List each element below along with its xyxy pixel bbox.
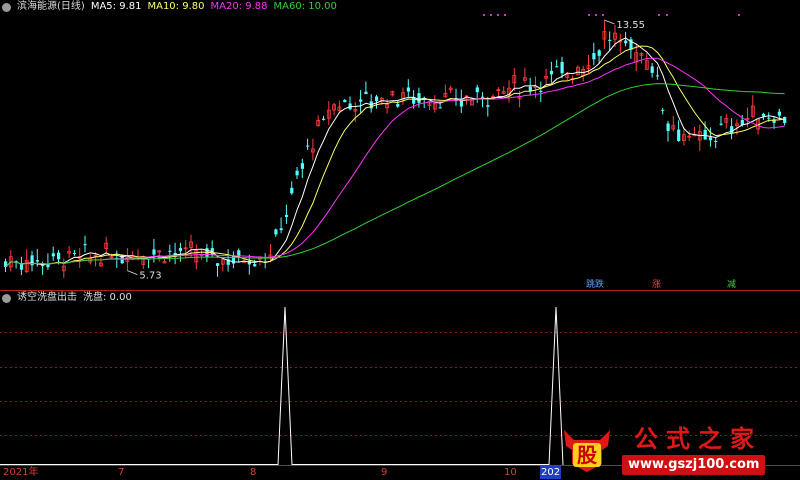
signal-dot <box>504 14 506 16</box>
candle-body-down <box>703 129 707 140</box>
signal-dot <box>658 14 660 16</box>
candle-body-down <box>714 140 718 142</box>
logo-badge-text: 股 <box>577 443 597 467</box>
candle-body-down <box>253 264 257 267</box>
signal-label-diedie: 跳跌 <box>586 280 605 290</box>
candle-body-down <box>438 107 442 109</box>
signal-dot <box>602 14 604 16</box>
candle-body-down <box>51 253 55 257</box>
indicator-settings-icon[interactable] <box>2 293 11 303</box>
ma5-line <box>5 37 785 268</box>
candle-body-down <box>655 75 660 77</box>
low-price-label: 5.73 <box>139 271 161 282</box>
signal-dot <box>595 14 597 16</box>
indicator-series <box>0 306 564 466</box>
candle-body-down <box>279 228 283 231</box>
candle-body-down <box>481 96 485 98</box>
axis-label-jul: 7 <box>118 467 125 478</box>
candle-body-down <box>364 91 368 95</box>
candle-body-down <box>72 253 77 255</box>
indicator-title: 诱空洗盘出击 <box>17 292 77 303</box>
candle-body-down <box>396 103 400 107</box>
candle-body-down <box>761 113 766 117</box>
stock-chart-window: 13.55 5.73 滨海能源(日线) MA5: 9.81 MA10: 9.80 … <box>0 0 800 480</box>
candle-body-down <box>777 111 781 116</box>
candle-body-down <box>555 66 559 68</box>
candle-body-down <box>783 116 787 124</box>
ma60-label: MA60: 10.00 <box>273 1 337 12</box>
candle-body-down <box>284 214 289 217</box>
candle-body-down <box>549 70 554 75</box>
signal-dot <box>490 14 492 16</box>
signal-label-zhang: 涨 <box>652 280 662 290</box>
axis-label-2021: 2021年 <box>3 467 39 478</box>
candle-body-down <box>57 252 61 260</box>
axis-label-current[interactable]: 202 <box>540 466 562 479</box>
indicator-spike-1 <box>277 306 293 466</box>
candle-body-down <box>152 249 156 255</box>
candle-body-down <box>375 96 379 102</box>
candle-body-down <box>300 163 304 169</box>
ma20-label: MA20: 9.88 <box>210 1 268 12</box>
candle-body-down <box>290 187 294 194</box>
candle-body-down <box>178 247 183 251</box>
main-legend: 滨海能源(日线) MA5: 9.81 MA10: 9.80 MA20: 9.88… <box>0 0 337 14</box>
indicator-value: 洗盘: 0.00 <box>83 292 132 303</box>
logo-badge-icon: 股 <box>564 430 610 472</box>
moving-average-lines <box>5 37 785 268</box>
candle-body-down <box>359 99 363 102</box>
watermark-logo: 股 公式之家 www.gszj100.com <box>560 424 786 478</box>
logo-title: 公式之家 <box>634 425 762 453</box>
candle-body-down <box>539 90 543 92</box>
settings-icon[interactable] <box>2 2 11 12</box>
axis-label-sep: 9 <box>381 467 388 478</box>
candle-body-down <box>168 250 172 252</box>
candle-body-down <box>274 229 278 235</box>
candle-body-down <box>216 263 220 266</box>
signal-dot <box>666 14 668 16</box>
candle-body-down <box>708 137 713 141</box>
axis-label-aug: 8 <box>250 467 257 478</box>
candle-body-down <box>35 260 39 262</box>
high-pointer <box>604 19 615 25</box>
candle-body-down <box>677 129 681 141</box>
candle-body-down <box>417 93 421 103</box>
candle-body-down <box>592 53 596 60</box>
candle-body-down <box>486 105 490 107</box>
candle-body-down <box>719 123 723 125</box>
axis-label-oct: 10 <box>504 467 517 478</box>
candle-body-down <box>343 100 347 103</box>
candle-body-down <box>666 123 670 132</box>
ma5-label: MA5: 9.81 <box>90 1 142 12</box>
signal-dot <box>497 14 499 16</box>
candle-body-down <box>295 170 299 176</box>
low-pointer <box>127 270 138 276</box>
candle-body-down <box>475 87 479 93</box>
candle-body-down <box>306 145 310 147</box>
signal-dot <box>483 14 485 16</box>
candle-body-down <box>740 120 744 125</box>
candle-body-down <box>767 117 771 119</box>
ma10-line <box>5 45 785 268</box>
logo-url[interactable]: www.gszj100.com <box>622 455 766 475</box>
signal-dot <box>738 14 740 16</box>
candle-body-down <box>650 66 654 73</box>
signal-label-jian: 减 <box>727 280 737 290</box>
candlestick-series <box>4 20 787 279</box>
high-price-label: 13.55 <box>616 20 645 31</box>
chart-title: 滨海能源(日线) <box>17 1 85 12</box>
candle-body-down <box>624 40 628 44</box>
price-chart[interactable]: 13.55 5.73 <box>0 0 800 480</box>
candle-body-down <box>661 109 665 111</box>
candle-body-down <box>560 61 564 74</box>
ma10-label: MA10: 9.80 <box>147 1 205 12</box>
candle-body-down <box>406 87 410 92</box>
candle-body-down <box>608 39 612 41</box>
indicator-legend: 诱空洗盘出击 洗盘: 0.00 <box>0 291 132 305</box>
candle-body-down <box>597 50 601 56</box>
signal-dot <box>588 14 590 16</box>
ma60-line <box>5 83 785 268</box>
candle-body-down <box>83 244 87 246</box>
candle-body-down <box>322 118 326 120</box>
